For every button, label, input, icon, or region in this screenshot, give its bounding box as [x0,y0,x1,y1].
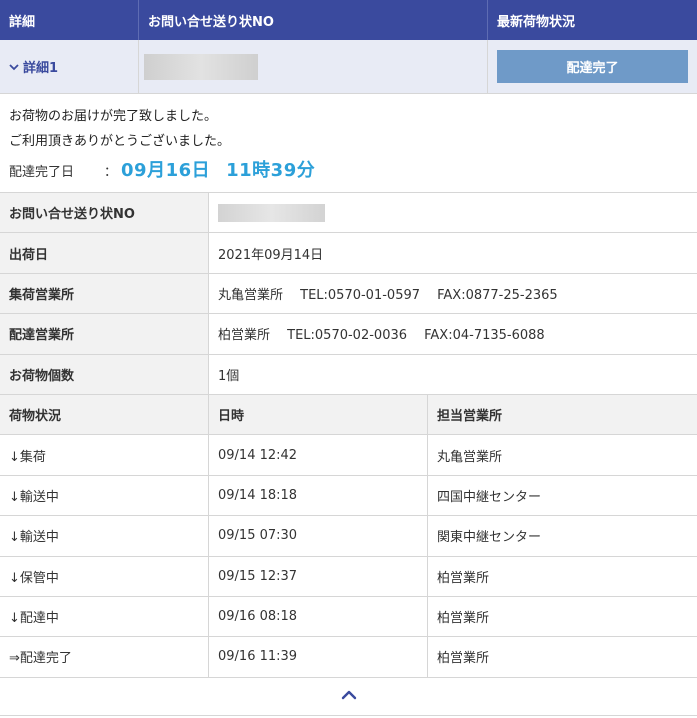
status-delivered-button[interactable]: 配達完了 [497,50,688,83]
scroll-top-button[interactable] [329,681,369,711]
info-value: 1個 [218,368,240,384]
redacted-tracking-number [218,203,325,222]
delivered-time: 11時39分 [226,160,316,181]
header-tracking-number: お問い合せ送り状NO [139,0,488,40]
info-value [209,193,697,232]
info-label: 配達営業所 [0,314,209,354]
history-header: 荷物状況 日時 担当営業所 [0,394,697,436]
header-detail: 詳細 [0,0,139,40]
message-line-2: ご利用頂きありがとうございました。 [9,134,231,149]
tracking-page: 詳細 お問い合せ送り状NO 最新荷物状況 詳細1 配達完了 お荷物のお届けが完了… [0,0,697,718]
delivered-date: 09月16日 [121,160,211,181]
info-label: お問い合せ送り状NO [0,193,209,233]
history-status: ↓集荷 [0,435,209,475]
table-row: ↓保管中 09/15 12:37 柏営業所 [0,556,697,597]
detail-toggle[interactable]: 詳細1 [0,40,139,93]
history-office: 四国中継センター [437,489,542,505]
delivered-label: 配達完了日 [9,165,75,180]
table-row: ↓輸送中 09/14 18:18 四国中継センター [0,475,697,517]
info-label: 出荷日 [0,233,209,273]
redacted-tracking-number [144,53,258,80]
info-row-ship-date: 出荷日 2021年09月14日 [0,233,697,274]
latest-status-cell: 配達完了 [488,40,697,93]
message-line-1: お荷物のお届けが完了致しました。 [9,109,218,124]
history-status: ↓保管中 [0,556,209,596]
chevron-up-icon [341,689,357,704]
history-status: ↓輸送中 [0,516,209,556]
info-label: お荷物個数 [0,354,209,394]
table-row: ↓集荷 09/14 12:42 丸亀営業所 [0,435,697,476]
history-status: ⇒配達完了 [0,637,209,677]
info-row-package-count: お荷物個数 1個 [0,354,697,395]
delivery-message: お荷物のお届けが完了致しました。 ご利用頂きありがとうございました。 配達完了日… [0,94,697,193]
info-value: 柏営業所 TEL:0570-02-0036 FAX:04-7135-6088 [218,328,545,344]
history-office: 柏営業所 [437,651,490,667]
history-status: ↓輸送中 [0,475,209,516]
info-row-delivery-office: 配達営業所 柏営業所 TEL:0570-02-0036 FAX:04-7135-… [0,314,697,355]
chevron-down-icon [9,60,19,74]
history-datetime: 09/16 08:18 [209,596,428,637]
header-latest-status: 最新荷物状況 [497,14,576,30]
history-office: 柏営業所 [437,570,490,586]
history-status: ↓配達中 [0,596,209,637]
history-datetime: 09/14 12:42 [209,435,428,475]
tracking-number-cell [139,40,488,93]
history-office: 丸亀営業所 [437,449,503,465]
history-header-status: 荷物状況 [0,394,209,435]
info-table: お問い合せ送り状NO 出荷日 2021年09月14日 集荷営業所 丸亀営業所 T… [0,193,697,395]
info-value: 丸亀営業所 TEL:0570-01-0597 FAX:0877-25-2365 [218,287,558,303]
delivered-colon: ： [104,165,118,180]
info-row-tracking-number: お問い合せ送り状NO [0,193,697,234]
history-datetime: 09/14 18:18 [209,475,428,516]
history-datetime: 09/16 11:39 [209,637,428,677]
history-office: 柏営業所 [437,611,490,627]
info-value: 2021年09月14日 [218,247,324,263]
info-row-pickup-office: 集荷営業所 丸亀営業所 TEL:0570-01-0597 FAX:0877-25… [0,273,697,315]
table-row: ↓配達中 09/16 08:18 柏営業所 [0,596,697,638]
info-label: 集荷営業所 [0,273,209,314]
history-office: 関東中継センター [437,530,542,546]
history-header-office: 担当営業所 [437,409,503,425]
summary-row: 詳細1 配達完了 [0,40,697,94]
delivered-datetime: 配達完了日 ： 09月16日 11時39分 [9,156,688,182]
history-header-datetime: 日時 [209,394,428,435]
table-row: ⇒配達完了 09/16 11:39 柏営業所 [0,637,697,678]
table-row: ↓輸送中 09/15 07:30 関東中継センター [0,516,697,557]
history-table: 荷物状況 日時 担当営業所 ↓集荷 09/14 12:42 丸亀営業所 ↓輸送中… [0,394,697,678]
detail-toggle-label: 詳細1 [23,61,59,76]
table-footer [0,678,697,716]
results-header: 詳細 お問い合せ送り状NO 最新荷物状況 [0,0,697,40]
history-datetime: 09/15 12:37 [209,556,428,596]
history-datetime: 09/15 07:30 [209,516,428,556]
